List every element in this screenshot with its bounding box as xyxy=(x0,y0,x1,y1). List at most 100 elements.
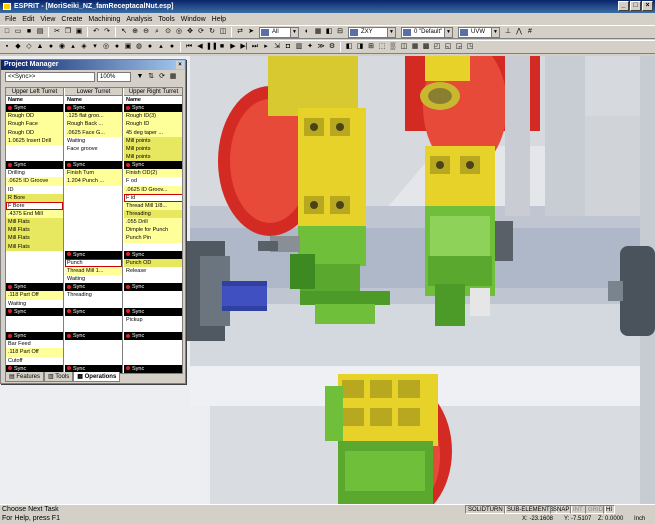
operation-cell[interactable]: Mill Flats xyxy=(6,226,63,235)
stop-icon[interactable]: ■ xyxy=(217,42,227,52)
menu-machining[interactable]: Machining xyxy=(85,16,123,23)
column-header[interactable]: Upper Left Turret xyxy=(6,88,63,96)
minimize-button[interactable]: _ xyxy=(618,1,629,11)
operation-cell[interactable] xyxy=(65,234,122,243)
sim-icon-15[interactable]: ▴ xyxy=(156,42,166,52)
view-icon[interactable]: ◫ xyxy=(218,27,228,37)
sync-row[interactable]: Sync xyxy=(124,161,182,170)
pm-sync-icon[interactable]: ⟳ xyxy=(157,72,167,82)
operation-cell[interactable]: Finish Turn xyxy=(65,169,122,178)
operation-cell[interactable]: .0625 ID Groov... xyxy=(124,185,182,194)
zoom-in-icon[interactable]: ⊕ xyxy=(130,27,140,37)
operation-cell[interactable]: Face groove xyxy=(65,144,122,153)
menu-view[interactable]: View xyxy=(37,16,58,23)
operation-cell[interactable] xyxy=(65,193,122,202)
operation-cell[interactable] xyxy=(65,226,122,235)
operation-cell[interactable] xyxy=(124,356,182,365)
maximize-button[interactable]: □ xyxy=(630,1,641,11)
menu-file[interactable]: File xyxy=(2,16,19,23)
operation-cell[interactable]: Thread Mill 1/8... xyxy=(124,201,182,210)
operation-cell[interactable]: .118 Part Off xyxy=(6,291,63,300)
operation-cell[interactable]: Waiting xyxy=(65,136,122,145)
operation-cell[interactable]: Cutoff xyxy=(6,356,63,365)
open-file-icon[interactable]: ▭ xyxy=(13,27,23,37)
operation-cell[interactable] xyxy=(6,315,63,324)
menu-window[interactable]: Window xyxy=(178,16,209,23)
display-icon-3[interactable]: ⊞ xyxy=(366,42,376,52)
operation-cell[interactable]: .125 flat groo... xyxy=(65,112,122,121)
sub-elements-indicator[interactable]: SUB-ELEMENTS xyxy=(504,505,557,514)
operation-cell[interactable]: Rough ID xyxy=(124,120,182,129)
cut-icon[interactable]: ✂ xyxy=(52,27,62,37)
operation-cell[interactable] xyxy=(124,291,182,300)
sync-row[interactable]: Sync xyxy=(124,250,182,259)
sim-icon-3[interactable]: ◇ xyxy=(24,42,34,52)
sync-row[interactable]: Sync xyxy=(6,332,63,341)
sync-row[interactable]: Sync xyxy=(124,364,182,373)
sim-icon-14[interactable]: ● xyxy=(145,42,155,52)
redo-icon[interactable]: ↷ xyxy=(102,27,112,37)
operation-cell[interactable] xyxy=(65,242,122,251)
layer-settings-icon[interactable]: ▦ xyxy=(313,27,323,37)
sync-row[interactable]: Sync xyxy=(65,161,122,170)
operation-cell[interactable]: Waiting xyxy=(6,299,63,308)
layer-visibility-icon[interactable]: ◐ xyxy=(302,27,312,37)
operation-cell[interactable]: Mill points xyxy=(124,144,182,153)
operation-cell[interactable]: .055 Drill xyxy=(124,218,182,227)
tab-features[interactable]: ▤ Features xyxy=(5,372,45,382)
menu-create[interactable]: Create xyxy=(58,16,85,23)
solidturn-indicator[interactable]: SOLIDTURN xyxy=(465,505,506,514)
operation-cell[interactable]: Threading xyxy=(124,209,182,219)
operation-cell[interactable]: Drilling xyxy=(6,169,63,178)
grid-icon[interactable]: # xyxy=(525,27,535,37)
display-icon-10[interactable]: ◱ xyxy=(443,42,453,52)
operation-cell[interactable]: Punch OD xyxy=(124,258,182,267)
sync-row[interactable]: Sync xyxy=(65,307,122,316)
operation-cell[interactable]: ID xyxy=(6,185,63,194)
operation-cell[interactable]: .0625 ID Groove xyxy=(6,177,63,186)
display-icon-2[interactable]: ◨ xyxy=(355,42,365,52)
display-icon-12[interactable]: ◳ xyxy=(465,42,475,52)
zoom-window-icon[interactable]: ⌕ xyxy=(152,27,162,37)
uvw-combo[interactable]: UVW ▼ xyxy=(458,26,500,38)
sync-row[interactable]: Sync xyxy=(124,104,182,113)
operation-cell[interactable]: Name xyxy=(65,96,122,105)
operation-cell[interactable] xyxy=(65,201,122,210)
operation-cell[interactable]: Bar Feed xyxy=(6,340,63,349)
display-icon-1[interactable]: ◧ xyxy=(344,42,354,52)
sync-row[interactable]: Sync xyxy=(6,104,63,113)
sim-tool-icon[interactable]: ⇲ xyxy=(272,42,282,52)
layer-combo[interactable]: All ▼ xyxy=(259,26,299,38)
sync-row[interactable]: Sync xyxy=(65,250,122,259)
paste-icon[interactable]: ▣ xyxy=(74,27,84,37)
display-icon-7[interactable]: ▦ xyxy=(410,42,420,52)
operation-cell[interactable]: Rough Back ... xyxy=(65,120,122,129)
operation-cell[interactable] xyxy=(6,266,63,276)
display-icon-9[interactable]: ◰ xyxy=(432,42,442,52)
zoom-fit-icon[interactable]: ◎ xyxy=(174,27,184,37)
pan-icon[interactable]: ✥ xyxy=(185,27,195,37)
operation-cell[interactable] xyxy=(65,340,122,349)
operation-cell[interactable] xyxy=(6,323,63,333)
operation-cell[interactable]: Name xyxy=(124,96,182,105)
axis-icon[interactable]: ⊥ xyxy=(503,27,513,37)
print-icon[interactable]: ▤ xyxy=(35,27,45,37)
menu-edit[interactable]: Edit xyxy=(19,16,37,23)
operation-cell[interactable] xyxy=(6,250,63,259)
sim-icon-1[interactable]: ▪ xyxy=(2,42,12,52)
menu-help[interactable]: Help xyxy=(209,16,229,23)
sim-icon-2[interactable]: ◆ xyxy=(13,42,23,52)
play-icon[interactable]: ▶ xyxy=(228,42,238,52)
operation-cell[interactable] xyxy=(65,185,122,194)
pm-filter-icon[interactable]: ▼ xyxy=(135,72,145,82)
snap-indicator[interactable]: SNAP xyxy=(550,505,573,514)
sim-icon-11[interactable]: ● xyxy=(112,42,122,52)
operation-cell[interactable]: Finish OD(2) xyxy=(124,169,182,178)
operation-cell[interactable]: Rough OD xyxy=(6,128,63,137)
operation-cell[interactable]: Rough Face xyxy=(6,120,63,129)
sim-icon-9[interactable]: ▾ xyxy=(90,42,100,52)
operation-cell[interactable] xyxy=(65,299,122,308)
operation-cell[interactable]: Thread Mill 1... xyxy=(65,266,122,276)
save-icon[interactable]: ■ xyxy=(24,27,34,37)
operation-cell[interactable]: 1.204 Punch ... xyxy=(65,177,122,186)
